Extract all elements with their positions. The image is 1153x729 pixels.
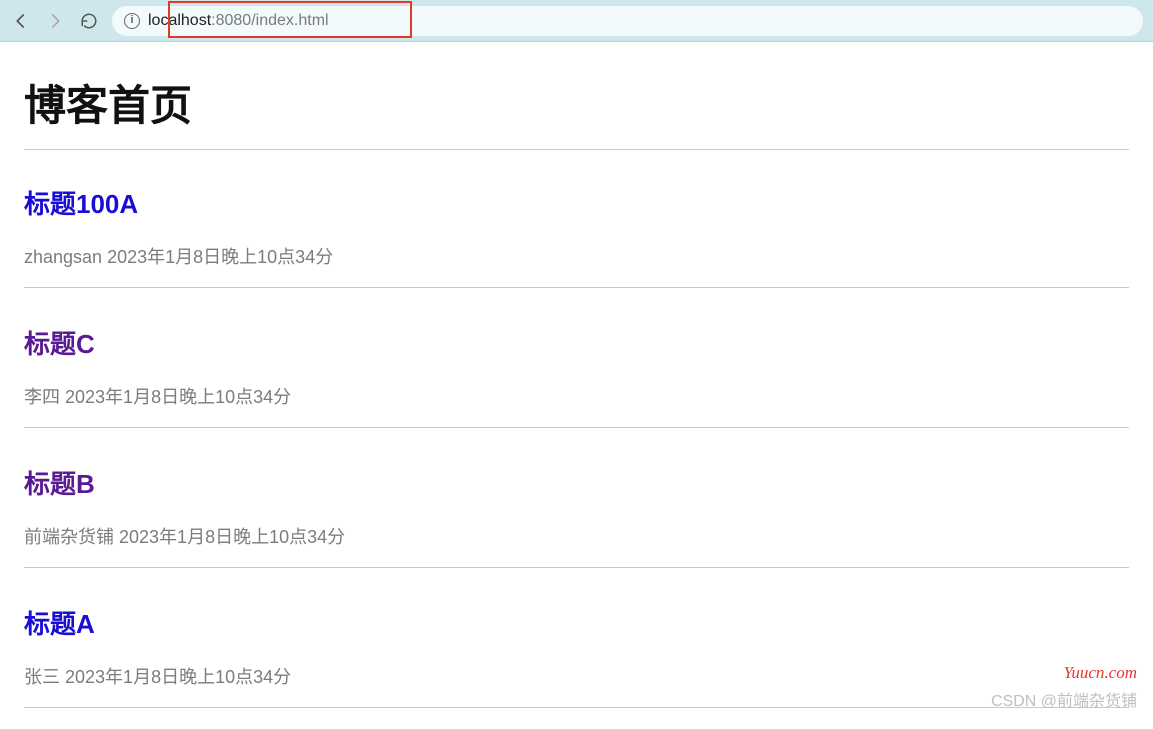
post-time: 2023年1月8日晚上10点34分 bbox=[119, 527, 345, 547]
url-port: :8080 bbox=[211, 12, 251, 29]
post-time: 2023年1月8日晚上10点34分 bbox=[107, 247, 333, 267]
post-title-link[interactable]: 标题B bbox=[24, 469, 95, 499]
reload-button[interactable] bbox=[78, 10, 100, 32]
post-title-link[interactable]: 标题C bbox=[24, 329, 95, 359]
watermark-csdn: CSDN @前端杂货铺 bbox=[991, 687, 1137, 711]
post-author: zhangsan bbox=[24, 247, 102, 267]
divider bbox=[24, 149, 1129, 150]
post-title-link[interactable]: 标题A bbox=[24, 609, 95, 639]
url-text: localhost:8080/index.html bbox=[148, 12, 329, 30]
watermark-yuucn: Yuucn.com bbox=[1063, 663, 1137, 683]
forward-button[interactable] bbox=[44, 10, 66, 32]
browser-toolbar: i localhost:8080/index.html bbox=[0, 0, 1153, 42]
post-meta: 张三 2023年1月8日晚上10点34分 bbox=[24, 663, 1129, 689]
site-info-icon[interactable]: i bbox=[124, 13, 140, 29]
url-path: /index.html bbox=[251, 12, 328, 29]
address-bar[interactable]: i localhost:8080/index.html bbox=[112, 6, 1143, 36]
url-host: localhost bbox=[148, 12, 211, 29]
post-time: 2023年1月8日晚上10点34分 bbox=[65, 667, 291, 687]
back-button[interactable] bbox=[10, 10, 32, 32]
post-title: 标题B bbox=[24, 464, 1129, 501]
post-item: 标题100A zhangsan 2023年1月8日晚上10点34分 bbox=[24, 184, 1129, 288]
post-list: 标题100Azhangsan 2023年1月8日晚上10点34分标题C李四 20… bbox=[24, 184, 1129, 708]
post-meta: 前端杂货铺 2023年1月8日晚上10点34分 bbox=[24, 523, 1129, 549]
post-author: 李四 bbox=[24, 387, 60, 407]
post-item: 标题B 前端杂货铺 2023年1月8日晚上10点34分 bbox=[24, 464, 1129, 568]
post-item: 标题C 李四 2023年1月8日晚上10点34分 bbox=[24, 324, 1129, 428]
divider bbox=[24, 427, 1129, 428]
post-title: 标题C bbox=[24, 324, 1129, 361]
post-author: 前端杂货铺 bbox=[24, 527, 114, 547]
post-time: 2023年1月8日晚上10点34分 bbox=[65, 387, 291, 407]
post-title: 标题A bbox=[24, 604, 1129, 641]
post-meta: 李四 2023年1月8日晚上10点34分 bbox=[24, 383, 1129, 409]
post-item: 标题A 张三 2023年1月8日晚上10点34分 bbox=[24, 604, 1129, 708]
post-meta: zhangsan 2023年1月8日晚上10点34分 bbox=[24, 243, 1129, 269]
post-title: 标题100A bbox=[24, 184, 1129, 221]
divider bbox=[24, 567, 1129, 568]
post-author: 张三 bbox=[24, 667, 60, 687]
page-title: 博客首页 bbox=[24, 72, 1129, 133]
page-content: 博客首页 标题100Azhangsan 2023年1月8日晚上10点34分标题C… bbox=[0, 42, 1153, 708]
post-title-link[interactable]: 标题100A bbox=[24, 189, 138, 219]
divider bbox=[24, 707, 1129, 708]
divider bbox=[24, 287, 1129, 288]
